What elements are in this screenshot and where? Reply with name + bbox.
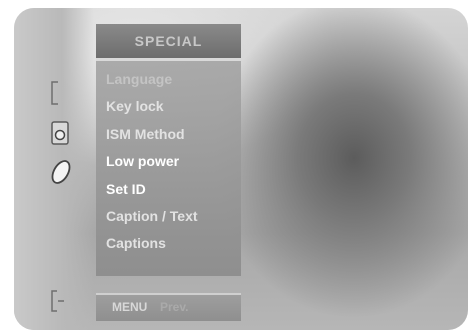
- menu-item-ism-method[interactable]: ISM Method: [96, 121, 241, 148]
- bracket-dash-icon: [51, 290, 64, 312]
- prev-hint: Prev.: [160, 300, 189, 314]
- menu-title: SPECIAL: [134, 33, 203, 49]
- menu-footer: MENU Prev.: [96, 293, 241, 321]
- menu-button[interactable]: MENU: [112, 300, 147, 314]
- bracket-icon: [51, 81, 58, 105]
- menu-list: Language Key lock ISM Method Low power S…: [96, 66, 241, 258]
- menu-item-low-power[interactable]: Low power: [96, 148, 241, 175]
- menu-item-language[interactable]: Language: [96, 66, 241, 93]
- menu-item-captions[interactable]: Captions: [96, 230, 241, 257]
- menu-item-caption-text[interactable]: Caption / Text: [96, 203, 241, 230]
- menu-item-key-lock[interactable]: Key lock: [96, 93, 241, 120]
- speaker-icon: [51, 121, 69, 145]
- tv-screen: SPECIAL Language Key lock ISM Method Low…: [14, 8, 468, 330]
- leaf-icon: [51, 160, 71, 184]
- menu-item-set-id[interactable]: Set ID: [96, 176, 241, 203]
- menu-header: SPECIAL: [96, 24, 241, 61]
